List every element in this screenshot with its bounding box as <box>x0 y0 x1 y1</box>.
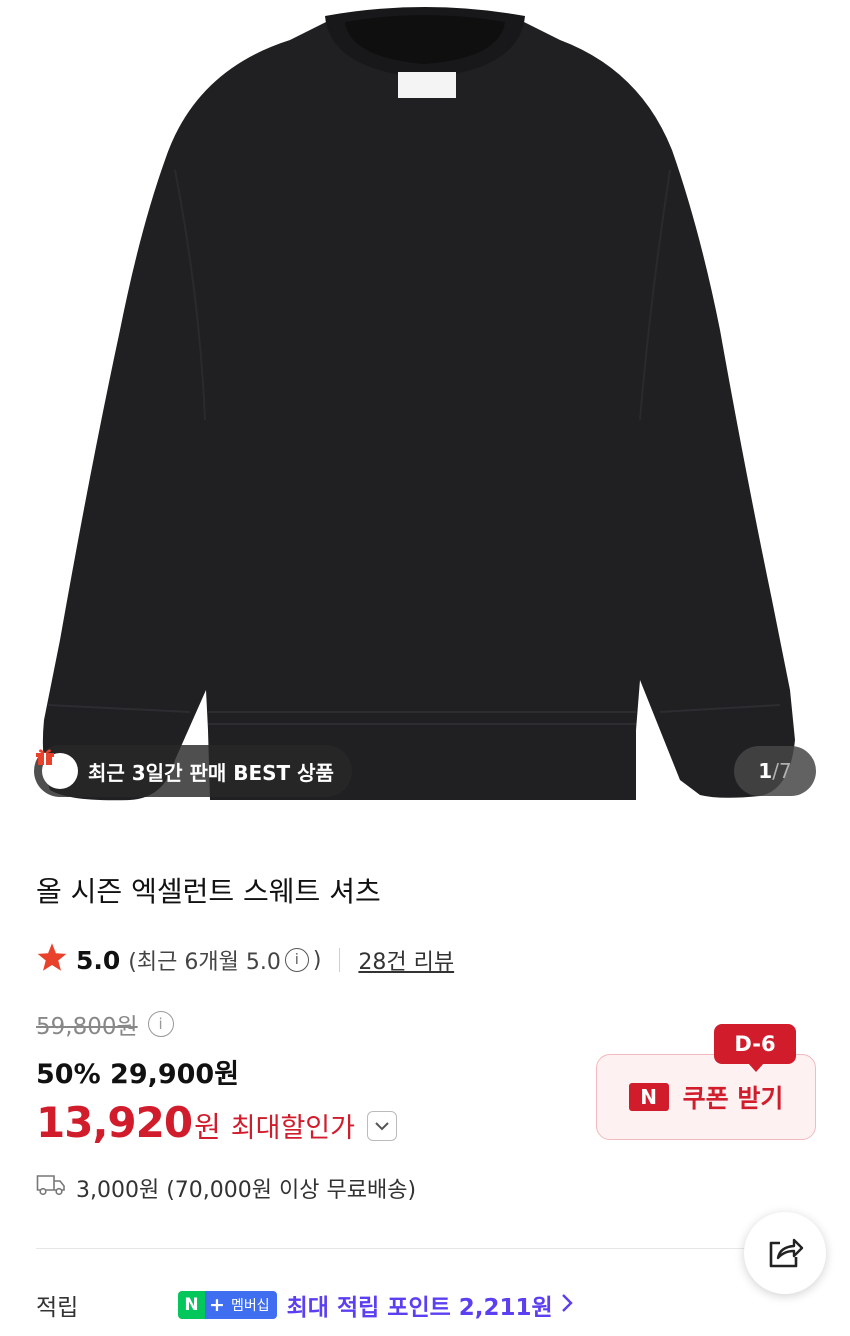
pager-separator: / <box>772 759 779 783</box>
product-image[interactable]: 최근 3일간 판매 BEST 상품 1 / 7 <box>0 0 850 812</box>
original-price-row: 59,800원 i <box>36 1004 174 1044</box>
points-label: 적립 <box>36 1295 79 1321</box>
membership-plus: + <box>205 1291 229 1319</box>
coupon-button[interactable]: N 쿠폰 받기 <box>596 1054 816 1140</box>
share-icon <box>766 1233 804 1273</box>
naver-membership-badge: N + 멤버십 <box>178 1291 277 1319</box>
max-discount-price-row: 13,920 원 최대할인가 <box>36 1098 397 1154</box>
chevron-right-icon <box>561 1293 573 1317</box>
review-link[interactable]: 28건 리뷰 <box>358 944 454 976</box>
rating-row: 5.0 (최근 6개월 5.0 i ) 28건 리뷰 <box>36 940 454 980</box>
info-icon[interactable]: i <box>284 948 309 972</box>
coupon-widget: N 쿠폰 받기 D-6 <box>596 1024 816 1142</box>
shipping-text: 3,000원 (70,000원 이상 무료배송) <box>76 1178 417 1203</box>
max-discount-label: 최대할인가 <box>230 1113 355 1144</box>
gift-icon <box>36 749 78 789</box>
star-icon <box>36 942 68 978</box>
pager-total: 7 <box>778 759 792 783</box>
best-seller-label: 최근 3일간 판매 BEST 상품 <box>88 760 334 785</box>
membership-text: 멤버십 <box>229 1291 277 1319</box>
rating-recent: (최근 6개월 5.0 i ) <box>128 944 321 976</box>
max-points-text: 최대 적립 포인트 2,211원 <box>286 1295 553 1321</box>
product-title: 올 시즌 엑셀런트 스웨트 셔츠 <box>36 875 381 908</box>
share-button[interactable] <box>744 1212 826 1294</box>
shipping-row: 3,000원 (70,000원 이상 무료배송) <box>36 1170 416 1206</box>
section-divider <box>36 1248 814 1249</box>
image-pager: 1 / 7 <box>734 746 816 796</box>
original-price: 59,800원 <box>36 1014 138 1040</box>
best-seller-badge: 최근 3일간 판매 BEST 상품 <box>34 745 352 797</box>
rating-recent-text: (최근 6개월 5.0 <box>128 950 281 975</box>
rating-score: 5.0 <box>76 945 121 975</box>
price-info-icon[interactable]: i <box>147 1011 174 1037</box>
coupon-label: 쿠폰 받기 <box>682 1084 784 1113</box>
divider <box>339 948 341 972</box>
membership-n: N <box>178 1291 205 1319</box>
truck-icon <box>36 1174 66 1202</box>
points-row[interactable]: 적립 N + 멤버십 최대 적립 포인트 2,211원 <box>36 1284 816 1326</box>
max-discount-won: 원 <box>194 1110 221 1144</box>
d-day-tag: D-6 <box>714 1024 796 1072</box>
sale-price: 50% 29,900원 <box>36 1059 240 1090</box>
sweatshirt-photo <box>42 7 796 801</box>
pager-current: 1 <box>758 759 773 783</box>
rating-recent-close: ) <box>312 947 322 973</box>
naver-n-badge: N <box>628 1083 669 1111</box>
max-discount-price: 13,920 <box>36 1098 193 1147</box>
chevron-down-icon[interactable] <box>366 1111 397 1141</box>
